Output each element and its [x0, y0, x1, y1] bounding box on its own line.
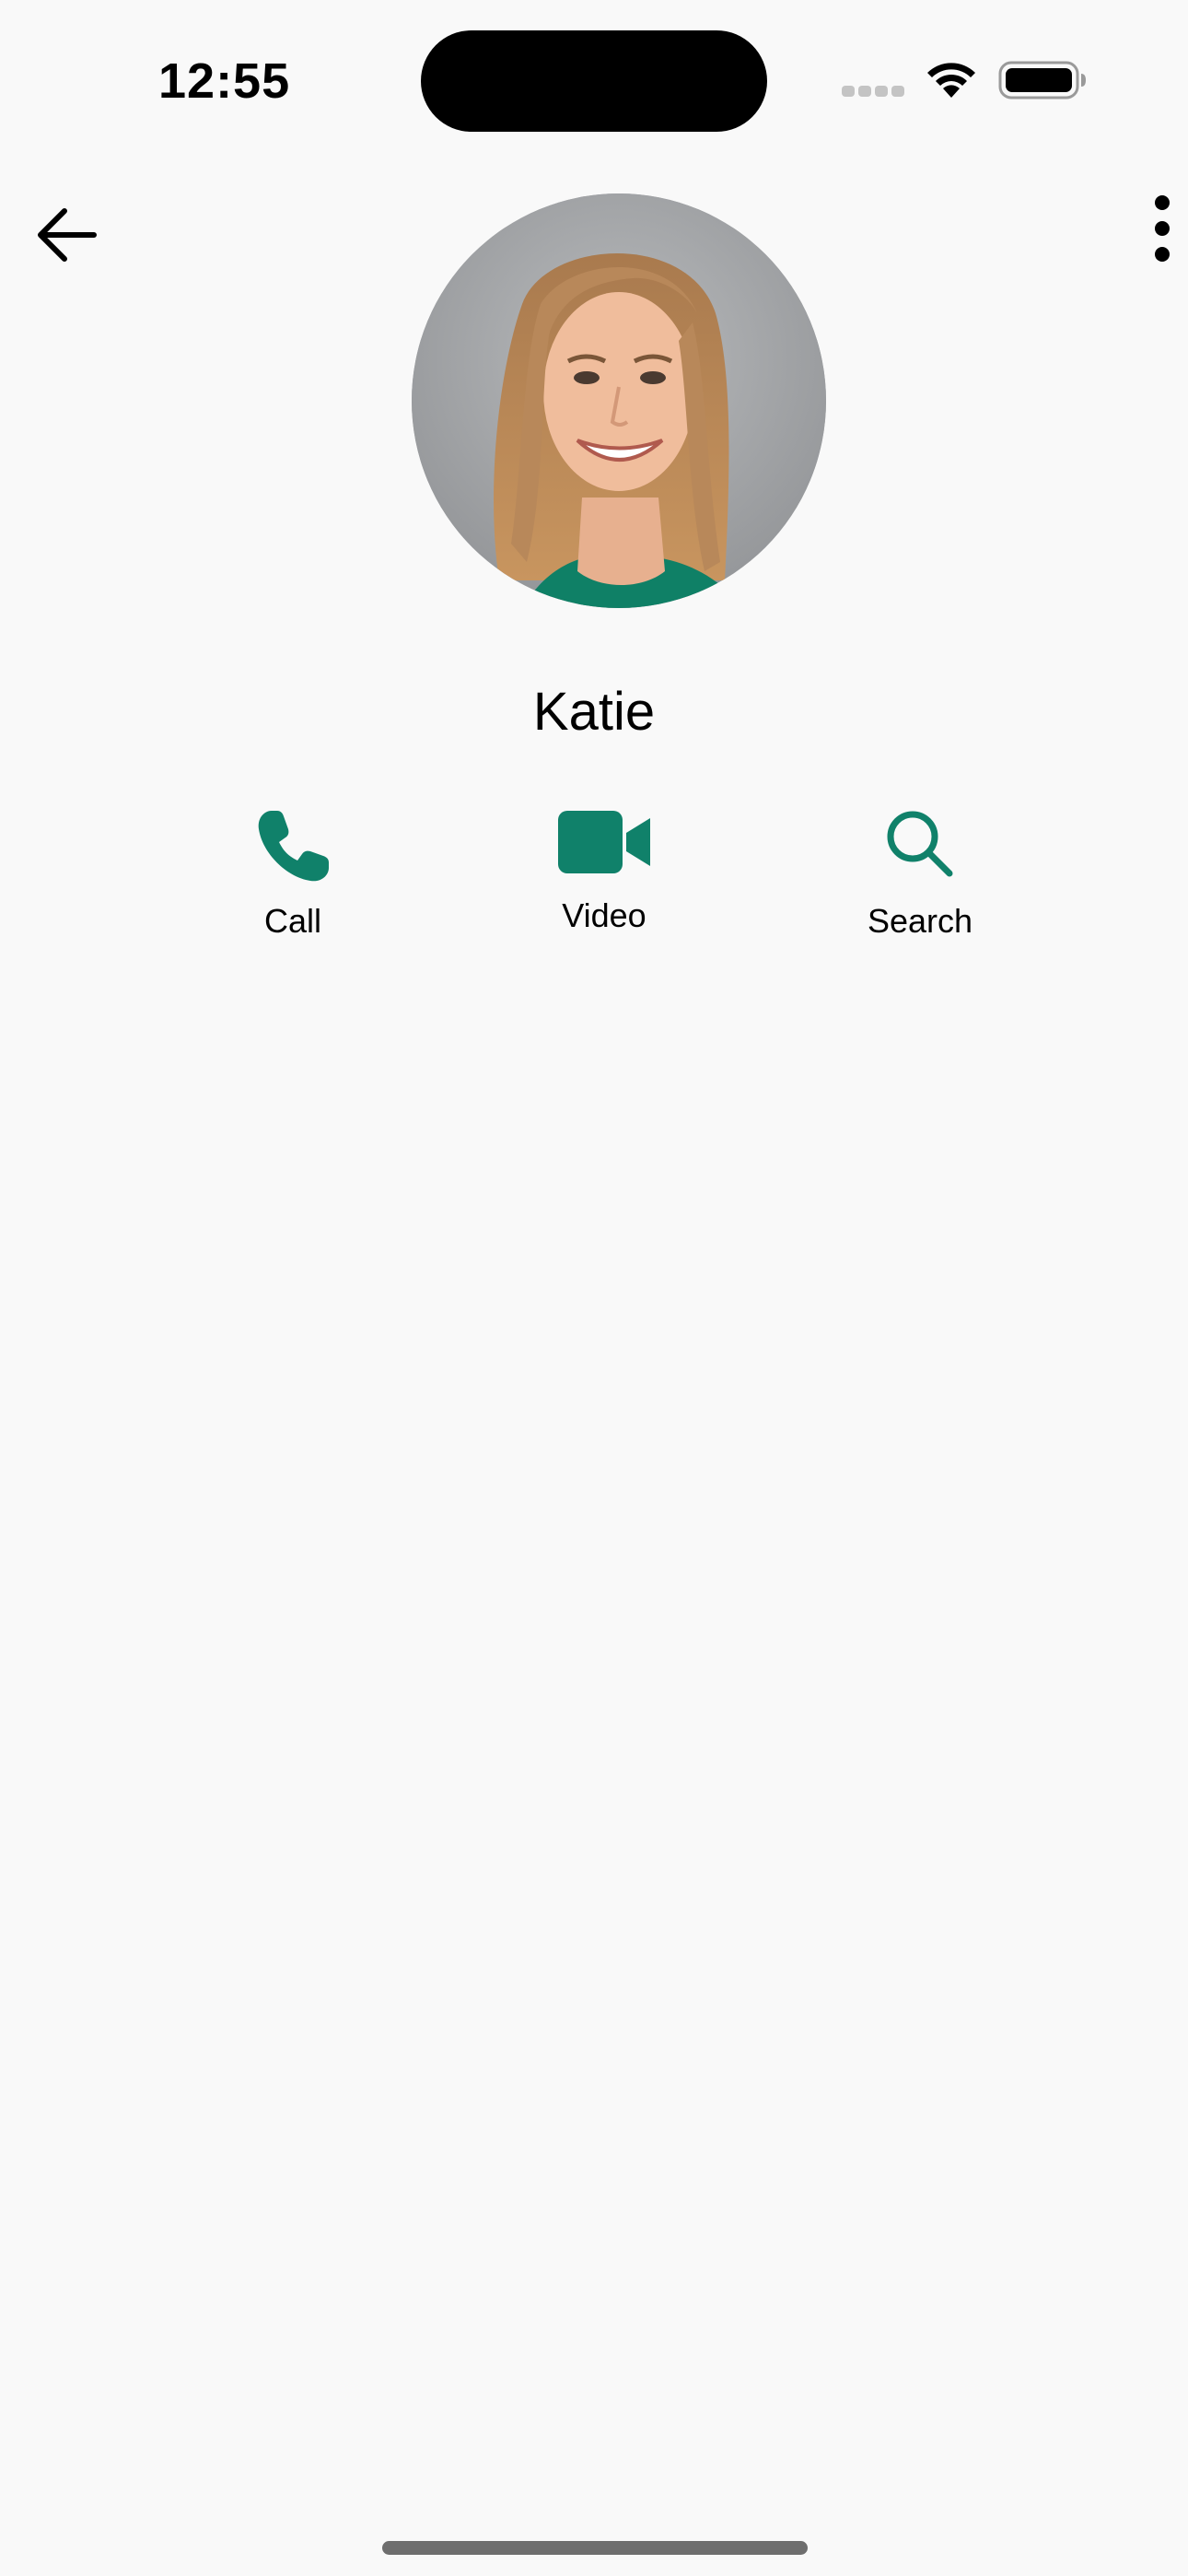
dynamic-island	[421, 30, 767, 132]
back-button[interactable]	[28, 193, 120, 286]
video-button[interactable]: Video	[498, 800, 710, 966]
more-vertical-icon	[1155, 195, 1170, 262]
contact-avatar[interactable]	[412, 193, 826, 608]
status-time: 12:55	[158, 53, 291, 109]
wifi-icon	[924, 57, 979, 100]
call-button[interactable]: Call	[187, 800, 399, 966]
home-indicator[interactable]	[382, 2541, 808, 2555]
avatar-photo	[412, 193, 826, 608]
video-label: Video	[562, 896, 646, 934]
search-icon	[887, 811, 953, 877]
more-options-button[interactable]	[1133, 184, 1188, 276]
cellular-signal-icon	[842, 86, 906, 97]
contact-info-screen: 12:55 Katie Call Video Search	[0, 0, 1188, 2576]
call-label: Call	[263, 902, 321, 940]
video-camera-icon	[558, 811, 650, 873]
search-button[interactable]: Search	[814, 800, 1026, 966]
back-arrow-icon	[38, 208, 97, 262]
battery-icon	[998, 59, 1087, 101]
contact-name: Katie	[532, 682, 656, 742]
phone-icon	[258, 811, 329, 882]
search-label: Search	[867, 902, 973, 940]
